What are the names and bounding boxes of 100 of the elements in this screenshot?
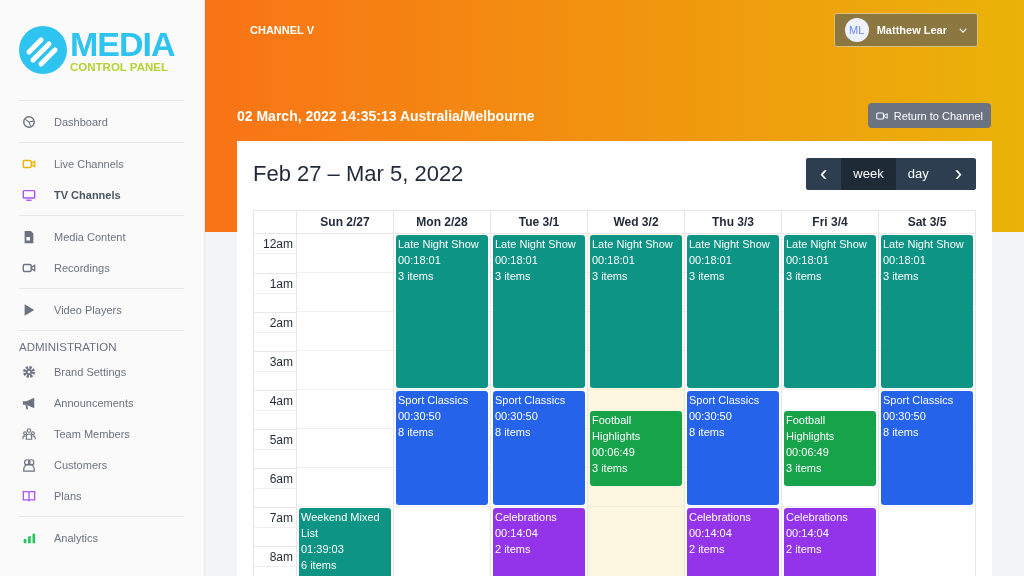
event-card[interactable]: Late Night Show 00:18:01 3 items: [396, 235, 488, 388]
event-card[interactable]: Sport Classics 00:30:50 8 items: [396, 391, 488, 505]
sidebar-item[interactable]: Customers: [19, 449, 184, 480]
event-duration: 00:06:49: [786, 444, 830, 460]
sidebar-item[interactable]: Live Channels: [19, 148, 184, 179]
event-card[interactable]: Late Night Show 00:18:01 3 items: [881, 235, 973, 388]
event-title: Late Night Show: [786, 237, 868, 252]
logo-subtitle: CONTROL PANEL: [70, 61, 169, 74]
event-title: Football Highlights: [786, 412, 836, 444]
event-card[interactable]: Late Night Show 00:18:01 3 items: [590, 235, 682, 388]
users-icon: [22, 457, 36, 472]
time-label: 1am: [269, 277, 293, 291]
event-title: Weekend Mixed List: [301, 510, 381, 541]
event-duration: 00:14:04: [689, 526, 733, 541]
event-item-count: 2 items: [689, 542, 726, 557]
event-title: Sport Classics: [689, 393, 761, 408]
sidebar-item[interactable]: Plans: [19, 480, 184, 511]
logo-title: MEDIA: [70, 26, 175, 61]
section-heading: ADMINISTRATION: [19, 340, 118, 355]
avatar: ML: [844, 18, 869, 42]
event-duration: 00:30:50: [689, 409, 733, 424]
event-item-count: 2 items: [495, 542, 532, 557]
time-label: 2am: [269, 316, 293, 330]
user-menu-button[interactable]: ML Matthew Lear: [833, 13, 978, 47]
event-card[interactable]: Late Night Show 00:18:01 3 items: [687, 235, 779, 388]
time-label: 6am: [269, 472, 293, 486]
team-icon: [22, 426, 36, 441]
dashboard-icon: [22, 114, 36, 129]
event-title: Celebrations: [786, 510, 849, 525]
caret-icon: [959, 27, 967, 33]
event-title: Late Night Show: [689, 237, 771, 252]
event-item-count: 3 items: [398, 269, 435, 284]
event-duration: 00:30:50: [883, 409, 927, 424]
event-item-count: 6 items: [301, 558, 338, 573]
video-camera-icon: [875, 110, 888, 121]
event-item-count: 3 items: [786, 269, 823, 284]
gear-icon: [22, 364, 36, 379]
channel-name: CHANNEL V: [250, 24, 314, 36]
event-duration: 00:18:01: [786, 253, 830, 268]
event-duration: 00:18:01: [883, 253, 927, 268]
time-label: 12am: [262, 237, 293, 251]
play-icon: [22, 302, 36, 317]
event-card[interactable]: Celebrations 00:14:04 2 items: [493, 508, 585, 576]
event-title: Late Night Show: [398, 237, 480, 252]
event-item-count: 3 items: [689, 269, 726, 284]
calendar-title: Feb 27 – Mar 5, 2022: [253, 160, 464, 187]
event-item-count: 8 items: [398, 425, 435, 440]
sidebar-item[interactable]: Media Content: [19, 221, 184, 252]
sidebar-item[interactable]: Dashboard: [19, 106, 184, 137]
event-item-count: 2 items: [786, 542, 823, 557]
logo-icon: [19, 26, 67, 74]
sidebar-item[interactable]: TV Channels: [19, 179, 184, 210]
event-item-count: 8 items: [495, 425, 532, 440]
time-label: 5am: [269, 433, 293, 447]
event-card[interactable]: Celebrations 00:14:04 2 items: [784, 508, 876, 576]
event-title: Celebrations: [495, 510, 558, 525]
event-duration: 00:18:01: [398, 253, 442, 268]
event-title: Sport Classics: [883, 393, 955, 408]
event-card[interactable]: Sport Classics 00:30:50 8 items: [493, 391, 585, 505]
event-duration: 00:18:01: [495, 253, 539, 268]
event-title: Celebrations: [689, 510, 752, 525]
event-duration: 00:18:01: [592, 253, 636, 268]
event-item-count: 3 items: [592, 269, 629, 284]
sidebar-item[interactable]: Team Members: [19, 418, 184, 449]
event-duration: 00:14:04: [786, 526, 830, 541]
sidebar-item[interactable]: Brand Settings: [19, 356, 184, 387]
event-duration: 01:39:03: [301, 542, 345, 557]
event-duration: 00:30:50: [495, 409, 539, 424]
view-tab[interactable]: week: [841, 157, 896, 190]
event-item-count: 8 items: [883, 425, 920, 440]
event-card[interactable]: Football Highlights 00:06:49 3 items: [784, 410, 876, 486]
time-label: 8am: [269, 550, 293, 564]
time-label: 3am: [269, 355, 293, 369]
event-title: Football Highlights: [592, 412, 642, 444]
event-title: Sport Classics: [495, 393, 567, 408]
event-card[interactable]: Football Highlights 00:06:49 3 items: [590, 410, 682, 486]
book-icon: [22, 488, 36, 503]
event-card[interactable]: Weekend Mixed List 01:39:03 6 items: [299, 508, 391, 576]
time-label: 7am: [269, 511, 293, 525]
return-button[interactable]: Return to Channel: [867, 103, 991, 128]
event-card[interactable]: Celebrations 00:14:04 2 items: [687, 508, 779, 576]
event-item-count: 3 items: [786, 460, 823, 476]
sidebar-item[interactable]: Video Players: [19, 294, 184, 325]
current-datetime: 02 March, 2022 14:35:13 Australia/Melbourne: [237, 107, 535, 124]
sidebar-item[interactable]: Analytics: [19, 522, 184, 553]
event-duration: 00:06:49: [592, 444, 636, 460]
event-item-count: 3 items: [592, 460, 629, 476]
event-title: Late Night Show: [592, 237, 674, 252]
event-title: Sport Classics: [398, 393, 470, 408]
event-card[interactable]: Late Night Show 00:18:01 3 items: [784, 235, 876, 388]
event-item-count: 3 items: [883, 269, 920, 284]
sidebar-item[interactable]: Announcements: [19, 387, 184, 418]
event-card[interactable]: Sport Classics 00:30:50 8 items: [687, 391, 779, 505]
event-duration: 00:30:50: [398, 409, 442, 424]
sidebar-item[interactable]: Recordings: [19, 252, 184, 283]
event-card[interactable]: Sport Classics 00:30:50 8 items: [881, 391, 973, 505]
user-name: Matthew Lear: [876, 24, 947, 36]
event-duration: 00:18:01: [689, 253, 733, 268]
event-item-count: 8 items: [689, 425, 726, 440]
event-card[interactable]: Late Night Show 00:18:01 3 items: [493, 235, 585, 388]
